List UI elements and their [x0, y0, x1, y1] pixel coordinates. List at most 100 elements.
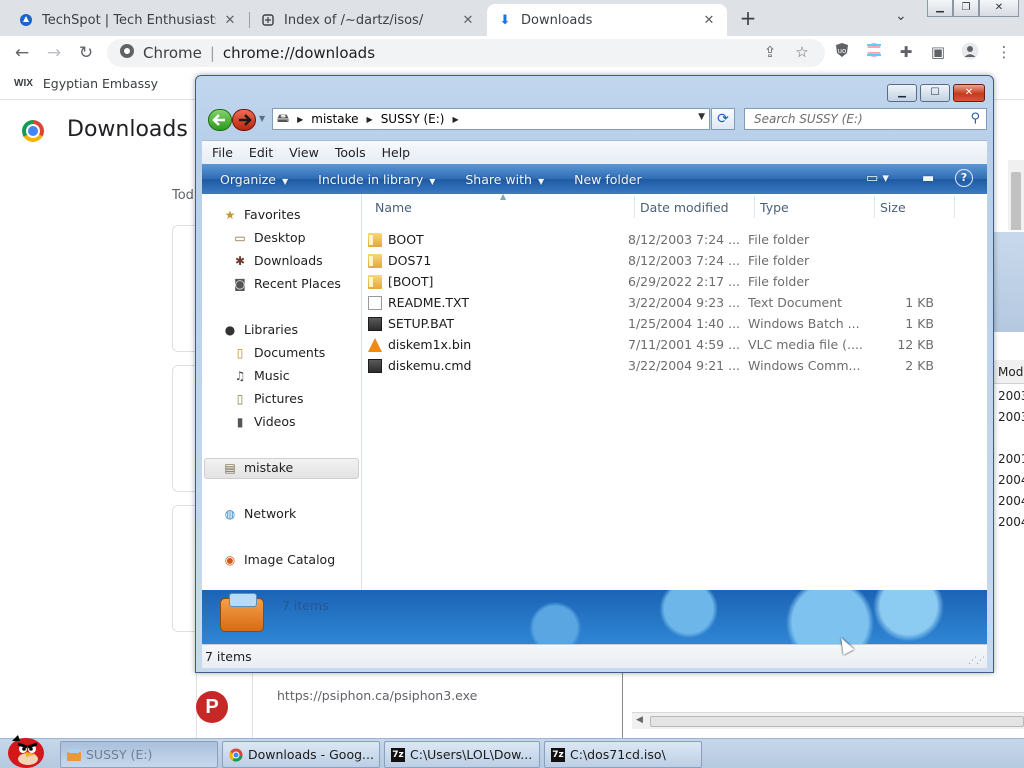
taskbar-item-7zip-downloads[interactable]: 7z C:\Users\LOL\Dow... [384, 741, 540, 768]
scrollbar-thumb[interactable] [1011, 172, 1021, 232]
refresh-icon[interactable]: ⟳ [711, 108, 735, 130]
drive-icon [220, 593, 264, 632]
nav-network[interactable]: ◍ Network [222, 506, 296, 521]
breadcrumb-item[interactable]: SUSSY (E:) [381, 112, 445, 126]
reload-button[interactable]: ↻ [75, 42, 97, 64]
file-row[interactable]: diskemu.cmd 3/22/2004 9:21 ... Windows C… [368, 355, 968, 376]
breadcrumb-arrow-icon[interactable]: ▶ [367, 115, 373, 124]
share-icon[interactable]: ⇪ [760, 42, 780, 62]
preview-pane-icon[interactable]: ▬ [922, 171, 934, 186]
tab-title: TechSpot | Tech Enthusiasts, Po [42, 12, 216, 28]
view-options-icon[interactable]: ▭ ▾ [866, 171, 889, 186]
breadcrumb-item[interactable]: mistake [311, 112, 358, 126]
new-tab-button[interactable]: + [737, 7, 759, 29]
menu-edit[interactable]: Edit [249, 145, 273, 160]
search-input[interactable]: Search SUSSY (E:) ⚲ [744, 108, 987, 130]
tab-techspot[interactable]: TechSpot | Tech Enthusiasts, Po ✕ [8, 4, 248, 36]
minimize-button[interactable]: ▁ [927, 0, 953, 17]
nav-pictures[interactable]: ▯ Pictures [232, 391, 304, 406]
side-panel-icon[interactable]: ▣ [928, 42, 948, 62]
downloads-folder-icon: ✱ [234, 253, 246, 268]
tab-downloads[interactable]: ⬇ Downloads ✕ [487, 4, 727, 36]
details-item-count: 7 items [282, 598, 329, 613]
share-with-button[interactable]: Share with ▼ [465, 172, 544, 187]
back-button[interactable]: ← [11, 42, 33, 64]
file-row[interactable]: diskem1x.bin 7/11/2001 4:59 ... VLC medi… [368, 334, 968, 355]
explorer-close-button[interactable]: ✕ [953, 84, 985, 102]
close-icon[interactable]: ✕ [460, 13, 476, 28]
menu-file[interactable]: File [212, 145, 233, 160]
scroll-left-icon[interactable]: ◀ [636, 715, 643, 725]
nav-desktop[interactable]: ▭ Desktop [232, 230, 305, 245]
profile-avatar-icon[interactable] [960, 42, 980, 62]
nav-image-catalog[interactable]: ◉ Image Catalog [222, 552, 335, 567]
recent-pages-chevron-icon[interactable]: ▼ [259, 114, 265, 123]
search-icon[interactable]: ⚲ [970, 111, 980, 126]
cell-value: 2004 [998, 494, 1024, 508]
cell-value: 2004 [998, 473, 1024, 487]
explorer-maximize-button[interactable]: ☐ [920, 84, 950, 102]
column-divider[interactable] [954, 196, 955, 218]
column-divider[interactable] [874, 196, 875, 218]
column-type[interactable]: Type [760, 200, 789, 215]
breadcrumb-arrow-icon[interactable]: ▶ [297, 115, 303, 124]
back-arrow-icon[interactable] [208, 109, 232, 131]
column-divider[interactable] [634, 196, 635, 218]
file-date: 1/25/2004 1:40 ... [628, 316, 741, 331]
file-row[interactable]: DOS71 8/12/2003 7:24 ... File folder [368, 250, 968, 271]
menu-view[interactable]: View [289, 145, 319, 160]
forward-arrow-icon[interactable] [232, 109, 256, 131]
help-icon[interactable]: ? [955, 169, 973, 187]
organize-button[interactable]: Organize ▼ [220, 172, 288, 187]
restore-button[interactable]: ❐ [953, 0, 979, 17]
page-scrollbar[interactable] [1008, 160, 1024, 232]
address-dropdown-icon[interactable]: ▼ [698, 112, 705, 122]
column-name[interactable]: Name [375, 200, 412, 215]
file-row[interactable]: SETUP.BAT 1/25/2004 1:40 ... Windows Bat… [368, 313, 968, 334]
nav-music[interactable]: ♫ Music [232, 368, 290, 383]
include-in-library-button[interactable]: Include in library ▼ [318, 172, 435, 187]
column-header-modified[interactable]: Mod [993, 360, 1024, 384]
nav-videos[interactable]: ▮ Videos [232, 414, 296, 429]
close-icon[interactable]: ✕ [222, 13, 238, 28]
column-size[interactable]: Size [880, 200, 906, 215]
new-folder-button[interactable]: New folder [574, 172, 642, 187]
forward-button[interactable]: → [43, 42, 65, 64]
nav-documents[interactable]: ▯ Documents [232, 345, 326, 360]
breadcrumb-arrow-icon[interactable]: ▶ [452, 115, 458, 124]
nav-mistake[interactable]: ▤ mistake [222, 460, 293, 475]
taskbar-item-7zip-iso[interactable]: 7z C:\dos71cd.iso\ [544, 741, 702, 768]
menu-tools[interactable]: Tools [335, 145, 366, 160]
start-button-angry-bird-icon[interactable] [4, 731, 48, 768]
file-row[interactable]: BOOT 8/12/2003 7:24 ... File folder [368, 229, 968, 250]
taskbar-item-chrome[interactable]: Downloads - Goog... [222, 741, 380, 768]
explorer-minimize-button[interactable]: ▁ [887, 84, 917, 102]
horizontal-scrollbar[interactable]: ◀ [632, 712, 1024, 729]
column-date-modified[interactable]: Date modified [640, 200, 729, 215]
column-headers: Name ▲ Date modified Type Size [364, 192, 987, 220]
address-bar[interactable]: Chrome | chrome://downloads [107, 39, 825, 67]
flag-extension-icon[interactable] [864, 42, 884, 62]
nav-downloads[interactable]: ✱ Downloads [232, 253, 323, 268]
file-row[interactable]: README.TXT 3/22/2004 9:23 ... Text Docum… [368, 292, 968, 313]
nav-recent-places[interactable]: ◙ Recent Places [232, 276, 341, 291]
taskbar-item-sussy[interactable]: SUSSY (E:) [60, 741, 218, 768]
tab-isos-index[interactable]: Index of /~dartz/isos/ ✕ [250, 4, 486, 36]
close-window-button[interactable]: ✕ [979, 0, 1019, 17]
scrollbar-thumb[interactable] [650, 716, 1024, 727]
resize-grip-icon[interactable]: ⋰⋰ [968, 656, 985, 666]
column-divider[interactable] [754, 196, 755, 218]
nav-libraries[interactable]: ● Libraries [222, 322, 298, 337]
file-row[interactable]: [BOOT] 6/29/2022 2:17 ... File folder [368, 271, 968, 292]
ublock-extension-icon[interactable]: uo [832, 42, 852, 62]
menu-help[interactable]: Help [382, 145, 411, 160]
bookmark-star-icon[interactable]: ☆ [792, 42, 812, 62]
bookmark-egyptian-embassy[interactable]: WIX Egyptian Embassy [14, 76, 158, 91]
tab-search-chevron-icon[interactable]: ⌄ [895, 8, 907, 24]
download-url-link[interactable]: https://psiphon.ca/psiphon3.exe [277, 688, 477, 703]
nav-favorites[interactable]: ★ Favorites [222, 207, 301, 222]
close-icon[interactable]: ✕ [701, 13, 717, 28]
address-breadcrumb[interactable]: 🖴 ▶ mistake ▶ SUSSY (E:) ▶ ▼ [272, 108, 710, 130]
extensions-puzzle-icon[interactable]: ✚ [896, 42, 916, 62]
menu-kebab-icon[interactable]: ⋮ [994, 42, 1014, 62]
